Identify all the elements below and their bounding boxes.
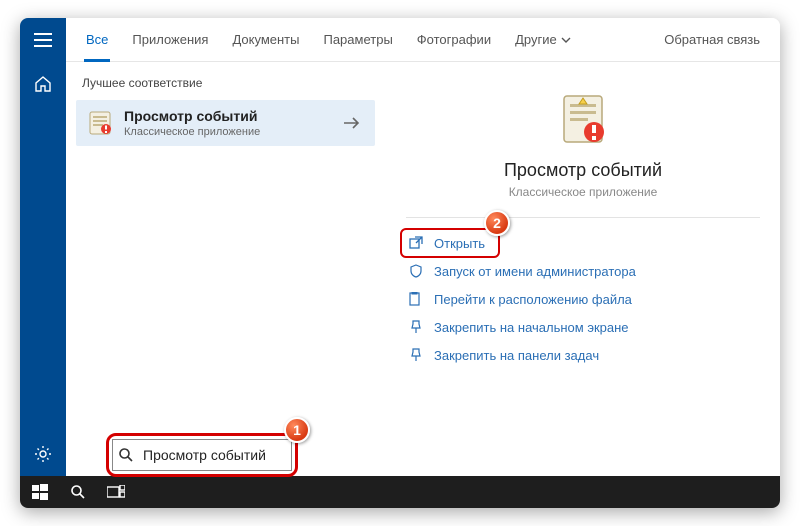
tab-more[interactable]: Другие	[505, 18, 581, 62]
chevron-down-icon	[561, 37, 571, 43]
home-button[interactable]	[20, 62, 66, 106]
content-area: Лучшее соответствие Просмотр событий Кла…	[66, 62, 780, 432]
result-subtitle: Классическое приложение	[124, 126, 339, 138]
event-viewer-icon	[86, 109, 114, 137]
tab-settings[interactable]: Параметры	[313, 18, 402, 62]
result-arrow[interactable]	[339, 116, 365, 130]
folder-icon	[408, 291, 424, 307]
search-app: Все Приложения Документы Параметры Фотог…	[20, 18, 780, 508]
hamburger-button[interactable]	[20, 18, 66, 62]
hamburger-icon	[34, 33, 52, 47]
tabs-bar: Все Приложения Документы Параметры Фотог…	[66, 18, 780, 62]
preview-header: Просмотр событий Классическое приложение	[406, 82, 760, 218]
tab-all[interactable]: Все	[76, 18, 118, 62]
pin-taskbar-icon	[408, 347, 424, 363]
gear-icon	[34, 445, 52, 463]
search-icon	[118, 447, 134, 463]
action-pin-taskbar-label: Закрепить на панели задач	[434, 348, 599, 363]
best-match-header: Лучшее соответствие	[66, 68, 385, 98]
search-input[interactable]	[112, 439, 292, 471]
result-title: Просмотр событий	[124, 108, 339, 124]
tab-more-label: Другие	[515, 32, 557, 47]
action-open-label: Открыть	[434, 236, 485, 251]
task-view-button[interactable]	[100, 476, 132, 508]
result-text: Просмотр событий Классическое приложение	[124, 108, 339, 138]
open-icon	[408, 235, 424, 251]
action-pin-taskbar[interactable]: Закрепить на панели задач	[406, 344, 760, 366]
results-pane: Лучшее соответствие Просмотр событий Кла…	[66, 62, 386, 432]
task-view-icon	[107, 485, 125, 499]
action-open[interactable]: Открыть	[406, 232, 760, 254]
taskbar-search-button[interactable]	[62, 476, 94, 508]
pin-start-icon	[408, 319, 424, 335]
tab-apps[interactable]: Приложения	[122, 18, 218, 62]
tab-photos[interactable]: Фотографии	[407, 18, 501, 62]
start-button[interactable]	[24, 476, 56, 508]
action-run-as-admin-label: Запуск от имени администратора	[434, 264, 636, 279]
sidebar	[20, 18, 66, 476]
main-area: Все Приложения Документы Параметры Фотог…	[66, 18, 780, 476]
taskbar	[20, 476, 780, 508]
action-pin-start-label: Закрепить на начальном экране	[434, 320, 629, 335]
tab-documents[interactable]: Документы	[222, 18, 309, 62]
top-area: Все Приложения Документы Параметры Фотог…	[20, 18, 780, 476]
action-open-location[interactable]: Перейти к расположению файла	[406, 288, 760, 310]
action-open-location-label: Перейти к расположению файла	[434, 292, 632, 307]
preview-subtitle: Классическое приложение	[509, 185, 658, 199]
action-pin-start[interactable]: Закрепить на начальном экране	[406, 316, 760, 338]
feedback-link[interactable]: Обратная связь	[654, 32, 770, 47]
actions-list: Открыть Запуск от имени администратора	[406, 218, 760, 380]
settings-button[interactable]	[20, 432, 66, 476]
action-run-as-admin[interactable]: Запуск от имени администратора	[406, 260, 760, 282]
result-item-event-viewer[interactable]: Просмотр событий Классическое приложение	[76, 100, 375, 146]
arrow-right-icon	[343, 116, 361, 130]
window-frame: Все Приложения Документы Параметры Фотог…	[20, 18, 780, 508]
preview-pane: Просмотр событий Классическое приложение…	[386, 62, 780, 432]
shield-icon	[408, 263, 424, 279]
preview-app-icon	[556, 92, 610, 146]
search-row	[66, 432, 780, 476]
search-icon	[70, 484, 86, 500]
preview-title: Просмотр событий	[504, 160, 662, 181]
windows-icon	[32, 484, 48, 500]
home-icon	[34, 75, 52, 93]
